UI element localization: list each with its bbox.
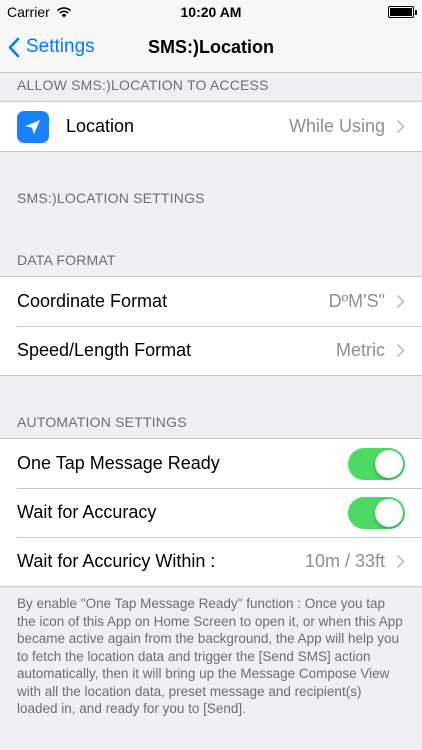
toggle-knob	[375, 450, 403, 478]
wait-for-accuracy-row: Wait for Accuracy	[0, 488, 422, 537]
section-header-allow-access: ALLOW SMS:)LOCATION TO ACCESS	[17, 77, 269, 93]
coordinate-format-row[interactable]: Coordinate Format DºM'S"	[0, 277, 422, 326]
speed-length-format-value: Metric	[336, 340, 385, 360]
back-button-label: Settings	[26, 36, 95, 57]
wait-within-value: 10m / 33ft	[304, 551, 385, 571]
wait-within-label: Wait for Accuricy Within :	[17, 551, 216, 571]
coordinate-format-value: DºM'S"	[328, 291, 385, 311]
one-tap-message-ready-row: One Tap Message Ready	[0, 439, 422, 488]
wait-for-accuracy-label: Wait for Accuracy	[17, 502, 157, 522]
status-bar: Carrier 10:20 AM	[0, 0, 422, 24]
toggle-knob	[375, 499, 403, 527]
one-tap-description: By enable "One Tap Message Ready" functi…	[17, 596, 403, 716]
chevron-right-icon	[396, 343, 405, 358]
group-data-format: Coordinate Format DºM'S" Speed/Length Fo…	[0, 276, 422, 376]
chevron-right-icon	[396, 294, 405, 309]
section-header-automation: AUTOMATION SETTINGS	[17, 414, 187, 430]
battery-icon	[388, 6, 417, 18]
location-row[interactable]: Location While Using	[0, 102, 422, 151]
status-time: 10:20 AM	[180, 4, 242, 20]
wait-within-row[interactable]: Wait for Accuricy Within : 10m / 33ft	[0, 537, 422, 586]
location-value: While Using	[288, 116, 385, 136]
group-automation: One Tap Message Ready Wait for Accuracy …	[0, 438, 422, 587]
wait-for-accuracy-toggle[interactable]	[348, 497, 405, 529]
location-arrow-icon	[17, 110, 49, 143]
coordinate-format-label: Coordinate Format	[17, 291, 168, 311]
one-tap-message-ready-toggle[interactable]	[348, 448, 405, 480]
group-allow-access: Location While Using	[0, 101, 422, 152]
section-header-data-format: DATA FORMAT	[17, 252, 116, 268]
chevron-right-icon	[396, 119, 405, 134]
speed-length-format-row[interactable]: Speed/Length Format Metric	[0, 326, 422, 375]
location-label: Location	[66, 116, 135, 136]
chevron-left-icon	[8, 37, 20, 57]
chevron-right-icon	[396, 554, 405, 569]
section-header-app-settings: SMS:)LOCATION SETTINGS	[17, 190, 205, 206]
navigation-bar: Settings SMS:)Location	[0, 24, 422, 73]
back-button[interactable]: Settings	[8, 36, 95, 58]
one-tap-message-ready-label: One Tap Message Ready	[17, 453, 220, 473]
speed-length-format-label: Speed/Length Format	[17, 340, 192, 360]
